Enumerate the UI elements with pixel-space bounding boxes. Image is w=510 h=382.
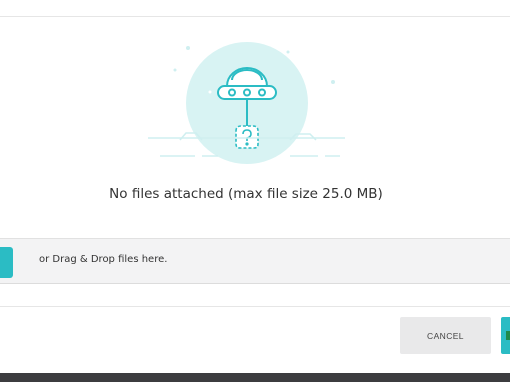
drop-hint-text: or Drag & Drop files here. (39, 254, 168, 265)
top-divider (0, 16, 510, 17)
bottom-bar (0, 373, 510, 382)
browse-files-button[interactable] (0, 247, 13, 278)
green-square-icon (506, 331, 510, 340)
footer-divider (0, 306, 510, 307)
empty-state-message: No files attached (max file size 25.0 MB… (109, 186, 383, 202)
unknown-file-icon (235, 125, 259, 149)
cancel-button[interactable]: CANCEL (400, 317, 491, 354)
empty-state-illustration (148, 42, 345, 164)
drop-zone[interactable]: or Drag & Drop files here. (0, 238, 510, 284)
primary-action-button[interactable] (501, 317, 510, 354)
